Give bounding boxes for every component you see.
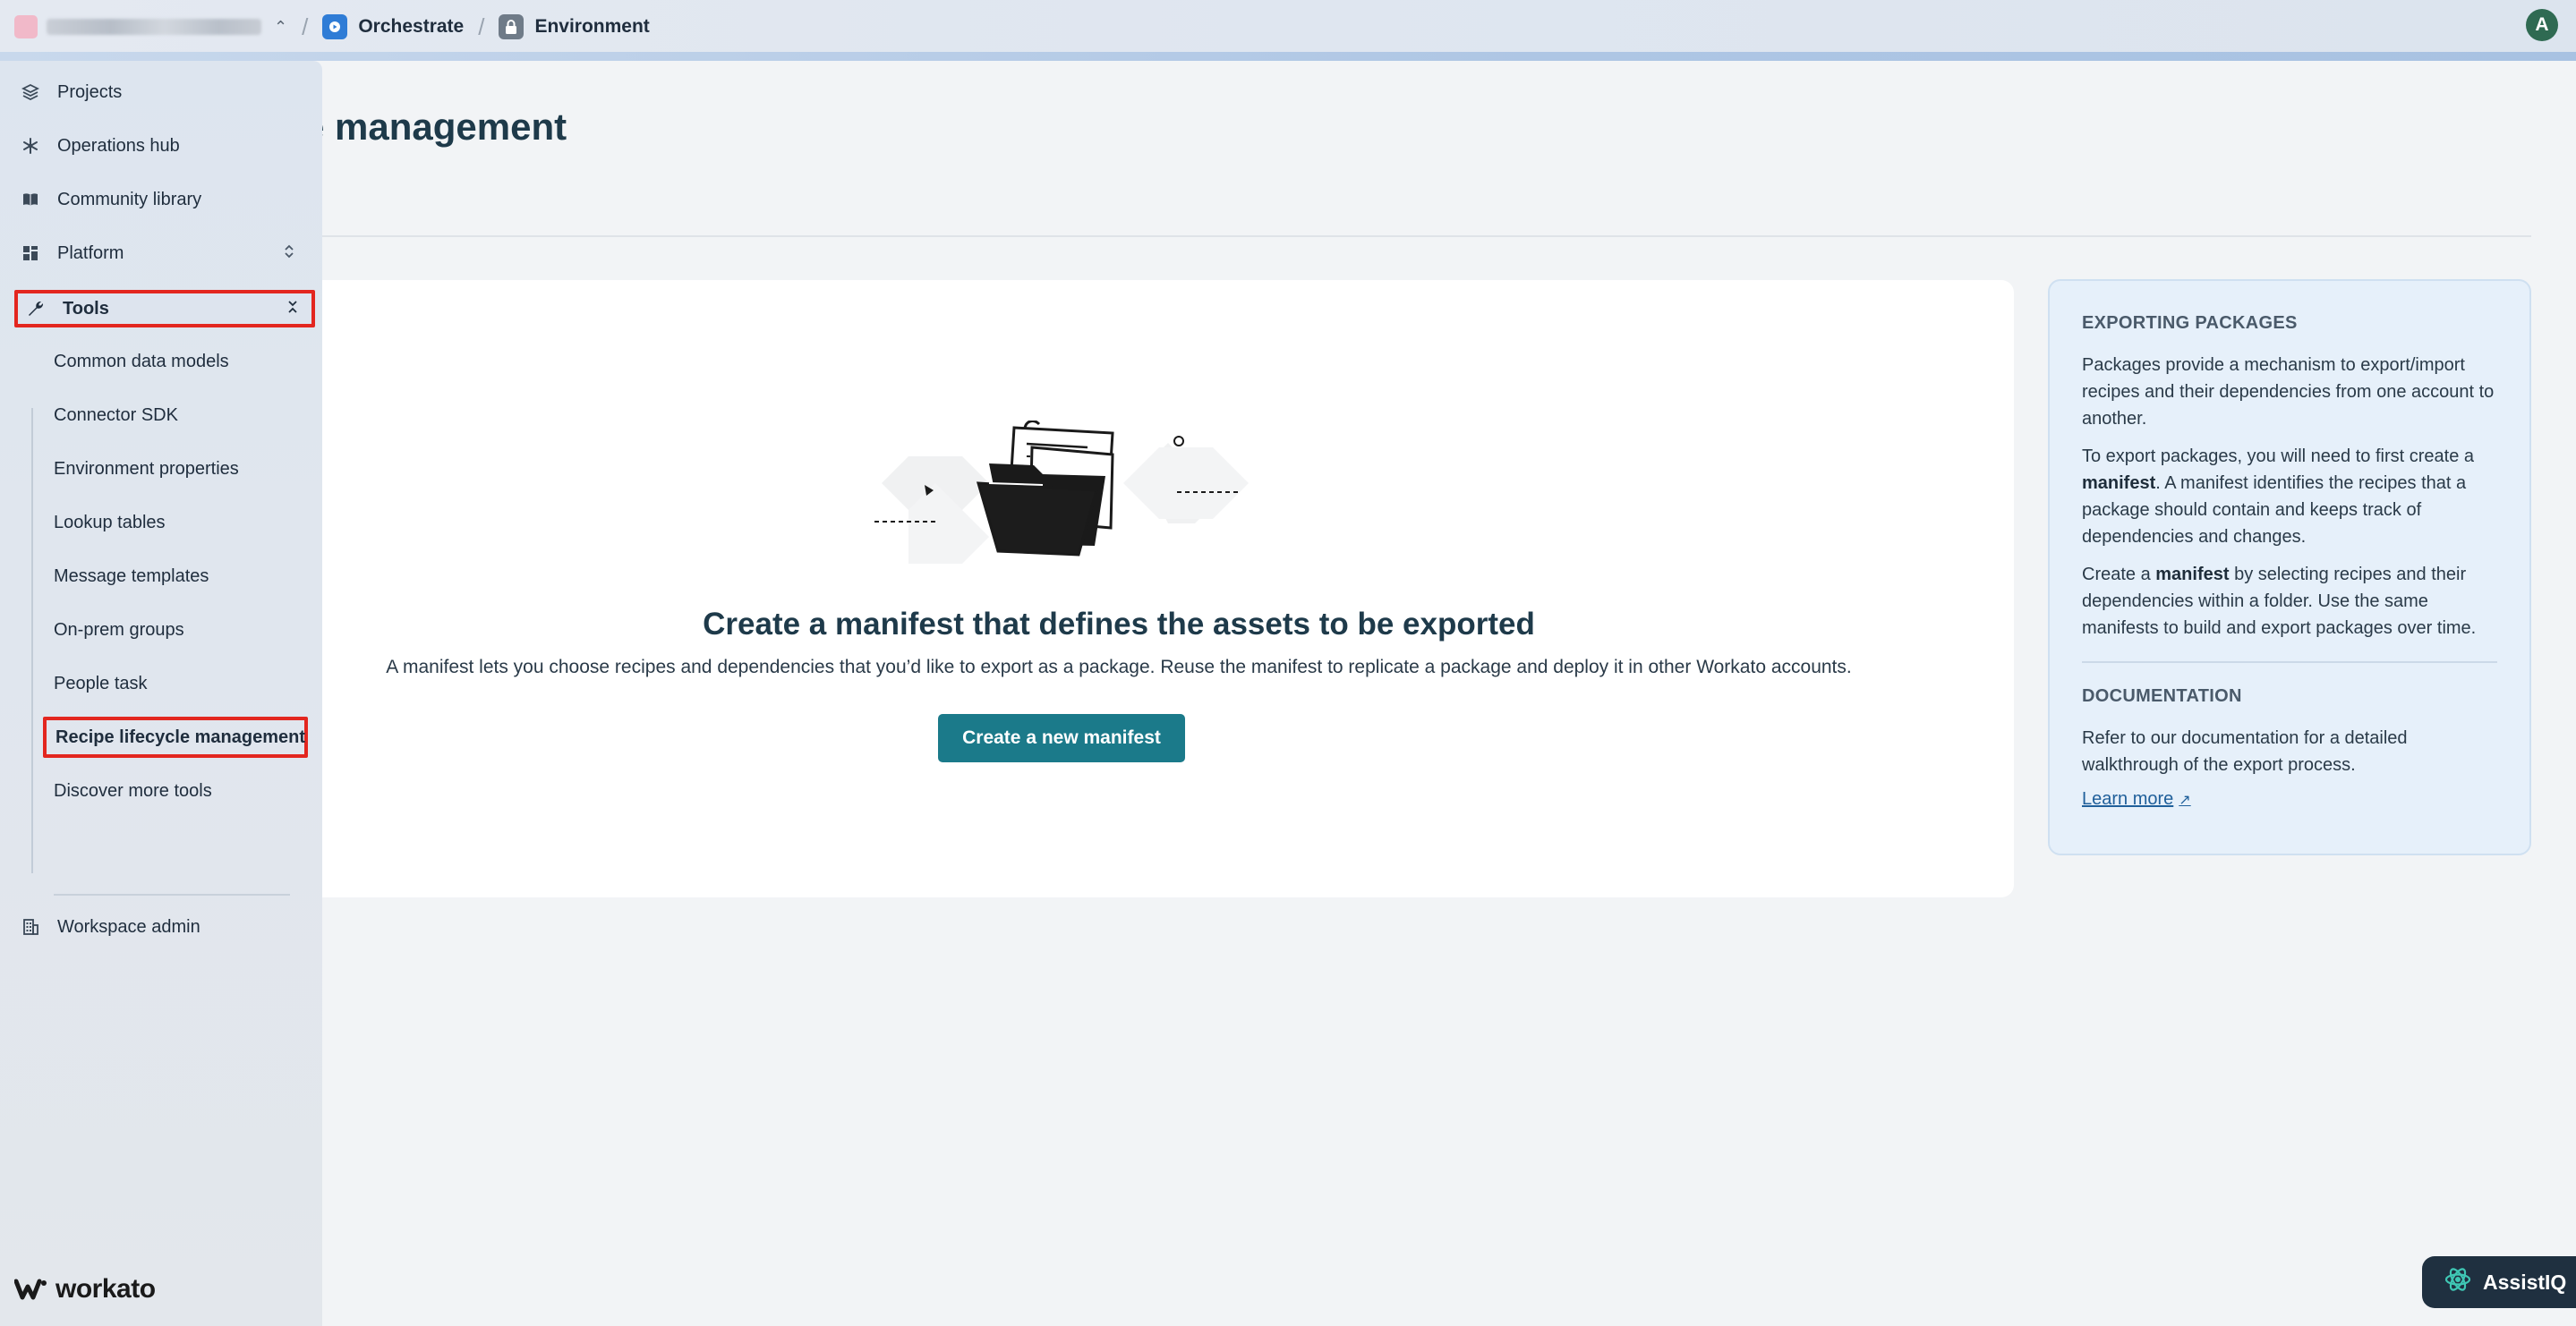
sidebar-subitem-on-prem-groups[interactable]: On-prem groups — [54, 612, 184, 648]
book-icon — [20, 189, 41, 210]
workspace-avatar — [14, 15, 38, 38]
info-paragraph: To export packages, you will need to fir… — [2082, 446, 2475, 547]
chevron-collapse-icon — [286, 299, 299, 319]
sidebar-item-label: Community library — [57, 189, 202, 209]
breadcrumb-separator: / — [478, 13, 485, 40]
info-paragraph: Packages provide a mechanism to export/i… — [2082, 355, 2495, 429]
folder-illustration — [874, 421, 1249, 564]
assistiq-button[interactable]: AssistIQ — [2422, 1256, 2576, 1308]
info-divider — [2082, 661, 2497, 663]
sidebar-item-workspace-admin[interactable]: Workspace admin — [20, 907, 308, 947]
workato-logo-icon — [14, 1279, 47, 1300]
external-link-icon: ↗ — [2179, 792, 2191, 808]
breadcrumb-environment[interactable]: Environment — [499, 14, 650, 39]
learn-more-link[interactable]: Learn more ↗ — [2082, 789, 2191, 810]
sidebar-item-operations-hub[interactable]: Operations hub — [20, 126, 308, 166]
sidebar-menu: Projects Operations hub Community librar… — [0, 61, 322, 1326]
snowflake-icon — [20, 135, 41, 157]
user-avatar[interactable]: A — [2526, 9, 2558, 41]
breadcrumb-orchestrate[interactable]: Orchestrate — [322, 14, 464, 39]
sidebar-subitem-lookup-tables[interactable]: Lookup tables — [54, 505, 166, 540]
title-divider — [304, 235, 2531, 237]
sidebar-item-label: Platform — [57, 242, 124, 263]
documentation-heading: DOCUMENTATION — [2082, 686, 2242, 706]
sidebar-item-label: Operations hub — [57, 135, 180, 156]
documentation-text: Refer to our documentation for a detaile… — [2082, 728, 2408, 775]
brand-name: workato — [55, 1274, 156, 1304]
empty-state-heading: Create a manifest that defines the asset… — [703, 607, 1535, 642]
chevron-updown-icon — [283, 243, 295, 264]
lock-icon — [499, 14, 525, 39]
sidebar-item-platform[interactable]: Platform — [20, 234, 308, 273]
breadcrumb-label: Environment — [534, 16, 650, 37]
submenu-guide-line — [31, 408, 33, 873]
grid-icon — [20, 242, 41, 264]
sidebar-item-projects[interactable]: Projects — [20, 72, 308, 112]
topbar-accent-strip — [0, 52, 2576, 61]
sidebar-item-label: Workspace admin — [57, 916, 200, 937]
empty-state-card — [224, 280, 2014, 897]
workspace-switcher[interactable]: ⌃ — [14, 15, 287, 38]
workato-logo: workato — [14, 1274, 156, 1305]
empty-state-description: A manifest lets you choose recipes and d… — [386, 657, 1852, 677]
sidebar-item-community-library[interactable]: Community library — [20, 180, 308, 219]
learn-more-label: Learn more — [2082, 789, 2174, 809]
sidebar-divider — [54, 894, 290, 896]
sidebar-item-label: Projects — [57, 81, 123, 102]
workspace-name-redacted — [47, 19, 261, 35]
sidebar-subitem-connector-sdk[interactable]: Connector SDK — [54, 397, 178, 433]
sidebar-subitem-common-data-models[interactable]: Common data models — [54, 344, 229, 379]
assistiq-label: AssistIQ — [2483, 1270, 2567, 1294]
sidebar-subitem-environment-properties[interactable]: Environment properties — [54, 451, 239, 487]
top-bar: ⌃ / Orchestrate / Environment A — [0, 0, 2576, 54]
breadcrumb-separator: / — [302, 13, 309, 40]
info-paragraph: Create a manifest by selecting recipes a… — [2082, 565, 2477, 638]
sidebar-subitem-discover-more-tools[interactable]: Discover more tools — [54, 773, 212, 809]
wrench-icon — [25, 298, 47, 319]
building-icon — [20, 916, 41, 938]
breadcrumb-label: Orchestrate — [358, 16, 465, 37]
atom-icon — [2444, 1265, 2472, 1299]
sidebar-item-label: Tools — [63, 298, 109, 319]
chevron-updown-icon: ⌃ — [274, 17, 288, 36]
layers-icon — [20, 81, 41, 103]
sidebar-subitem-people-task[interactable]: People task — [54, 666, 148, 701]
sidebar-item-tools[interactable]: Tools — [14, 290, 315, 327]
info-panel: EXPORTING PACKAGES Packages provide a me… — [2048, 279, 2531, 855]
orchestrate-icon — [322, 14, 348, 39]
sidebar-subitem-recipe-lifecycle-management[interactable]: Recipe lifecycle management — [43, 717, 308, 758]
sidebar-subitem-message-templates[interactable]: Message templates — [54, 558, 209, 594]
exporting-packages-heading: EXPORTING PACKAGES — [2082, 313, 2298, 333]
create-manifest-button[interactable]: Create a new manifest — [938, 714, 1185, 762]
